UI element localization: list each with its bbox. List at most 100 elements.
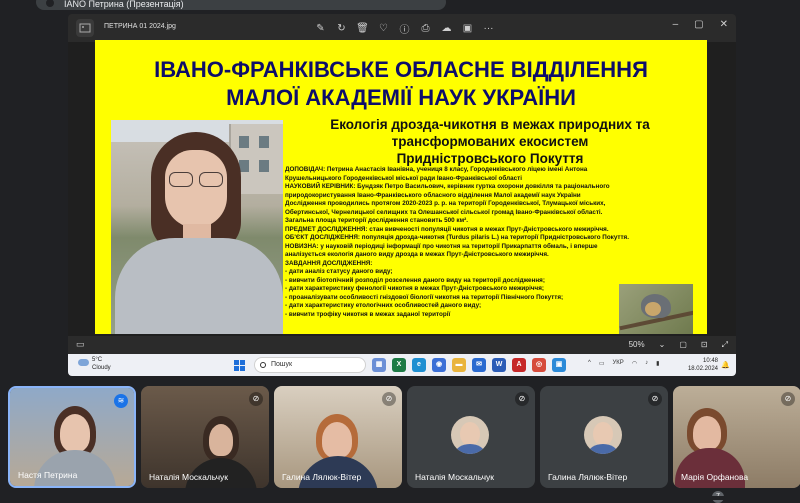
taskbar-search[interactable]: Пошук — [254, 357, 366, 373]
photos-app-icon[interactable]: ▣ — [552, 358, 566, 372]
chat-app-icon[interactable]: ◉ — [432, 358, 446, 372]
slide-subject-line-2: трансформованих екосистем — [391, 134, 589, 149]
slide-body-line: аналізується екологія даного виду дрозда… — [285, 251, 549, 258]
search-placeholder: Пошук — [271, 361, 293, 368]
presentation-title-pill[interactable]: IANO Петрина (Презентація) — [36, 0, 446, 10]
participant-name: Наталія Москальчук — [149, 472, 229, 482]
viewer-toolbar: ✎ ↻ 🗑 ♡ ⓘ ⎙ ☁ ▣ ··· — [312, 20, 497, 36]
share-icon[interactable]: ▣ — [459, 20, 476, 36]
explorer-app-icon[interactable]: ▬ — [452, 358, 466, 372]
presenter-dot-icon — [46, 0, 54, 7]
mic-muted-icon: ⊘ — [249, 392, 263, 406]
mic-muted-icon: ⊘ — [382, 392, 396, 406]
slide-body-line: ДОПОВІДАЧ: Петрина Анастасія Іванівна, у… — [285, 166, 588, 173]
file-name: ПЕТРИНА 01 2024.jpg — [104, 23, 176, 30]
photo-viewer-window: ПЕТРИНА 01 2024.jpg ✎ ↻ 🗑 ♡ ⓘ ⎙ ☁ ▣ ··· – ▢ ✕ ІВ… — [68, 14, 736, 376]
battery-icon[interactable]: ▮ — [656, 360, 659, 367]
participant-tile[interactable]: ≋ Настя Петрина — [8, 386, 136, 488]
chrome-app-icon[interactable]: ◎ — [532, 358, 546, 372]
fullscreen-icon[interactable]: ⤢ — [722, 340, 728, 350]
edit-icon[interactable]: ✎ — [312, 20, 329, 36]
mail-app-icon[interactable]: ✉ — [472, 358, 486, 372]
rotate-icon[interactable]: ↻ — [333, 20, 350, 36]
meeting-bottom-bar — [0, 496, 800, 500]
volume-icon[interactable]: ♪ — [645, 360, 648, 367]
zoom-menu-icon[interactable]: ⌄ — [659, 340, 666, 350]
bird-photo — [619, 284, 693, 334]
more-icon[interactable]: ··· — [480, 20, 497, 36]
meeting-top-strip: IANO Петрина (Презентація) — [0, 0, 800, 14]
maximize-button[interactable]: ▢ — [694, 19, 703, 30]
participant-name: Галина Лялюк-Вітер — [548, 472, 628, 482]
window-controls: – ▢ ✕ — [673, 19, 728, 30]
close-button[interactable]: ✕ — [720, 19, 728, 30]
favorite-icon[interactable]: ♡ — [375, 20, 392, 36]
slide-body-line: Крушельницького Городенківської міської … — [285, 174, 522, 182]
slide-body-line: природокористування Івано-Франківського … — [285, 191, 581, 199]
cloud-weather-icon — [78, 359, 89, 366]
slide-subject-line-1: Екологія дрозда-чикотня в межах природни… — [330, 117, 650, 132]
minimize-button[interactable]: – — [673, 19, 679, 30]
viewer-status-controls: 50% ⌄ ▢ ⊡ ⤢ — [629, 340, 728, 350]
participant-name: Марія Орфанова — [681, 472, 749, 482]
language-indicator[interactable]: УКР — [613, 360, 624, 367]
weather-widget[interactable]: 5°C Cloudy — [78, 356, 111, 372]
slide-body-line: НОВИЗНА: у науковій періодиці інформації… — [285, 242, 598, 250]
participant-name: Наталія Москальчук — [415, 472, 495, 482]
search-icon — [260, 362, 266, 368]
participant-tile[interactable]: ⊘ Наталія Москальчук — [141, 386, 269, 488]
slide-body-line: ПРЕДМЕТ ДОСЛІДЖЕННЯ: стан вивченості поп… — [285, 225, 609, 233]
show-hidden-icons[interactable]: ^ — [588, 360, 591, 367]
actual-size-icon[interactable]: ⊡ — [701, 340, 708, 350]
slide-body-line: Обертинської, Чернелицької селищних та О… — [285, 208, 603, 216]
slide-body-line: Загальна площа території дослідження ста… — [285, 217, 468, 224]
system-tray: ^ ▭ УКР ◠ ♪ ▮ — [588, 360, 659, 367]
wifi-icon[interactable]: ◠ — [632, 360, 637, 367]
slide-subject-line-3: Придністровського Покуття — [396, 151, 584, 166]
mic-active-icon: ≋ — [114, 394, 128, 408]
slide-title-line-1: ІВАНО-ФРАНКІВСЬКЕ ОБЛАСНЕ ВІДДІЛЕННЯ — [154, 57, 648, 82]
weather-temp: 5°C — [92, 357, 103, 363]
windows-taskbar: 5°C Cloudy Пошук ▦ Xe ◉ ▬ ✉ W A ◎ ▣ ^ ▭ УКР ◠ ♪ ▮ 10:… — [68, 354, 736, 376]
slide-body-line: Дослідження проводились протягом 2020-20… — [285, 200, 606, 207]
viewer-title-bar: ПЕТРИНА 01 2024.jpg ✎ ↻ 🗑 ♡ ⓘ ⎙ ☁ ▣ ··· – ▢ ✕ — [68, 14, 736, 42]
slide-body-line: - дати аналіз статусу даного виду; — [285, 268, 393, 275]
slide-title-line-2: МАЛОЇ АКАДЕМІЇ НАУК УКРАЇНИ — [226, 85, 576, 110]
participant-tile[interactable]: ⊘ Марія Орфанова — [673, 386, 800, 488]
fit-window-icon[interactable]: ▢ — [679, 340, 687, 350]
delete-icon[interactable]: 🗑 — [354, 20, 371, 36]
start-button[interactable] — [234, 360, 245, 371]
acrobat-app-icon[interactable]: A — [512, 358, 526, 372]
clock-time: 10:48 — [702, 358, 718, 364]
participant-tile[interactable]: ⊘ Галина Лялюк-Вітер — [540, 386, 668, 488]
excel-app-icon[interactable]: X — [392, 358, 406, 372]
weather-desc: Cloudy — [92, 365, 111, 371]
slide-title: ІВАНО-ФРАНКІВСЬКЕ ОБЛАСНЕ ВІДДІЛЕННЯ МАЛ… — [95, 56, 707, 112]
zoom-level[interactable]: 50% — [629, 340, 645, 350]
presentation-slide: ІВАНО-ФРАНКІВСЬКЕ ОБЛАСНЕ ВІДДІЛЕННЯ МАЛ… — [95, 40, 707, 334]
notifications-icon[interactable]: 🔔 — [721, 361, 730, 369]
participant-tiles: ≋ Настя Петрина ⊘ Наталія Москальчук ⊘ Галина… — [0, 382, 800, 500]
filmstrip-icon[interactable]: ▭ — [76, 339, 85, 350]
edge-app-icon[interactable]: e — [412, 358, 426, 372]
info-icon[interactable]: ⓘ — [396, 20, 413, 36]
mic-muted-icon: ⊘ — [515, 392, 529, 406]
cloud-icon[interactable]: ☁ — [438, 20, 455, 36]
mic-muted-icon: ⊘ — [648, 392, 662, 406]
slide-body-line: НАУКОВИЙ КЕРІВНИК: Бундзяк Петро Васильо… — [285, 183, 610, 190]
speaker-photo — [111, 120, 283, 334]
mic-muted-icon: ⊘ — [781, 392, 795, 406]
slide-body-line: ЗАВДАННЯ ДОСЛІДЖЕННЯ: — [285, 259, 373, 267]
taskbar-clock[interactable]: 10:48 18.02.2024 — [688, 357, 718, 373]
participant-name: Галина Лялюк-Вітер — [282, 472, 362, 482]
avatar — [451, 416, 489, 454]
print-icon[interactable]: ⎙ — [417, 20, 434, 36]
tablet-icon[interactable]: ▭ — [599, 360, 605, 367]
word-app-icon[interactable]: W — [492, 358, 506, 372]
slide-subject: Екологія дрозда-чикотня в межах природни… — [285, 116, 695, 167]
files-app-icon[interactable]: ▦ — [372, 358, 386, 372]
presentation-title: IANO Петрина (Презентація) — [64, 0, 184, 9]
participant-tile[interactable]: ⊘ Галина Лялюк-Вітер — [274, 386, 402, 488]
participant-tile[interactable]: ⊘ Наталія Москальчук — [407, 386, 535, 488]
photos-app-icon[interactable] — [76, 19, 94, 37]
